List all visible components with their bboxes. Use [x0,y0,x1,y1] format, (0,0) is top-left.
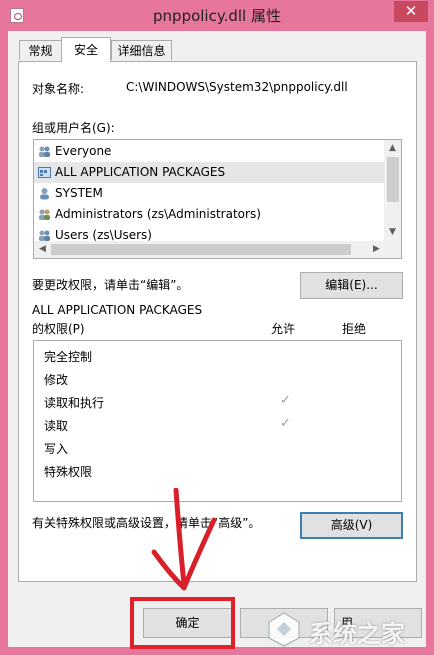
tab-details[interactable]: 详细信息 [111,40,172,60]
watermark-text: 系统之家 [309,620,405,648]
edit-button[interactable]: 编辑(E)... [300,272,403,299]
watermark-logo-icon [268,612,300,647]
edit-hint: 要更改权限，请单击“编辑”。 [32,278,189,292]
permission-row-full-control: 完全控制 [44,350,93,364]
close-button[interactable]: ✕ [394,1,428,22]
users-icon [39,209,50,220]
user-icon [40,188,49,200]
close-icon: ✕ [404,2,418,20]
scroll-down-icon[interactable]: ▼ [384,224,401,241]
allow-column-header: 允许 [271,322,296,336]
permissions-label: 的权限(P) [32,322,85,336]
arrow-down-icon [151,488,217,591]
groups-listbox[interactable]: Everyone ALL APPLICATION PACKAGES SYSTEM… [33,139,402,259]
app-packages-icon [38,167,51,178]
permissions-for-name: ALL APPLICATION PACKAGES [32,303,203,317]
deny-column-header: 拒绝 [342,322,367,336]
scroll-right-icon[interactable]: ▶ [368,241,385,258]
permissions-list: 完全控制 修改 读取和执行 ✓ 读取 ✓ 写入 特殊权限 [33,340,402,502]
object-name-value: C:\WINDOWS\System32\pnppolicy.dll [126,80,348,94]
list-item-everyone[interactable]: Everyone [34,141,384,162]
permission-row-write: 写入 [44,442,69,456]
tab-general[interactable]: 常规 [19,40,62,60]
permission-row-read-execute: 读取和执行 ✓ [44,393,291,410]
watermark: 系统之家 [265,608,431,650]
advanced-hint: 有关特殊权限或高级设置，请单击“高级”。 [32,516,261,530]
scrollbar-corner [384,241,401,258]
scroll-left-icon[interactable]: ◀ [34,241,51,258]
allow-check-icon: ✓ [280,416,291,431]
ok-button-highlight [130,597,235,649]
advanced-button[interactable]: 高级(V) [300,512,403,539]
scroll-up-icon[interactable]: ▲ [384,140,401,157]
permission-row-read: 读取 ✓ [44,416,291,433]
permission-row-modify: 修改 [44,373,69,387]
window-title: pnppolicy.dll 属性 [153,7,281,25]
groups-label: 组或用户名(G): [32,121,115,135]
horizontal-scroll-thumb[interactable] [51,244,351,255]
vertical-scrollbar[interactable]: ▲ ▼ [384,140,401,241]
permission-row-special: 特殊权限 [44,465,93,479]
object-name-label: 对象名称: [32,82,85,96]
allow-check-icon: ✓ [280,393,291,408]
title-bar: pnppolicy.dll 属性 ✕ [0,0,434,32]
list-item-administrators[interactable]: Administrators (zs\Administrators) [34,204,384,225]
list-item-all-application-packages[interactable]: ALL APPLICATION PACKAGES [34,162,384,183]
users-icon [39,146,50,157]
tab-security[interactable]: 安全 [61,37,111,62]
vertical-scroll-thumb[interactable] [387,157,399,202]
horizontal-scrollbar[interactable]: ◀ ▶ [34,241,385,258]
list-item-system[interactable]: SYSTEM [34,183,384,204]
